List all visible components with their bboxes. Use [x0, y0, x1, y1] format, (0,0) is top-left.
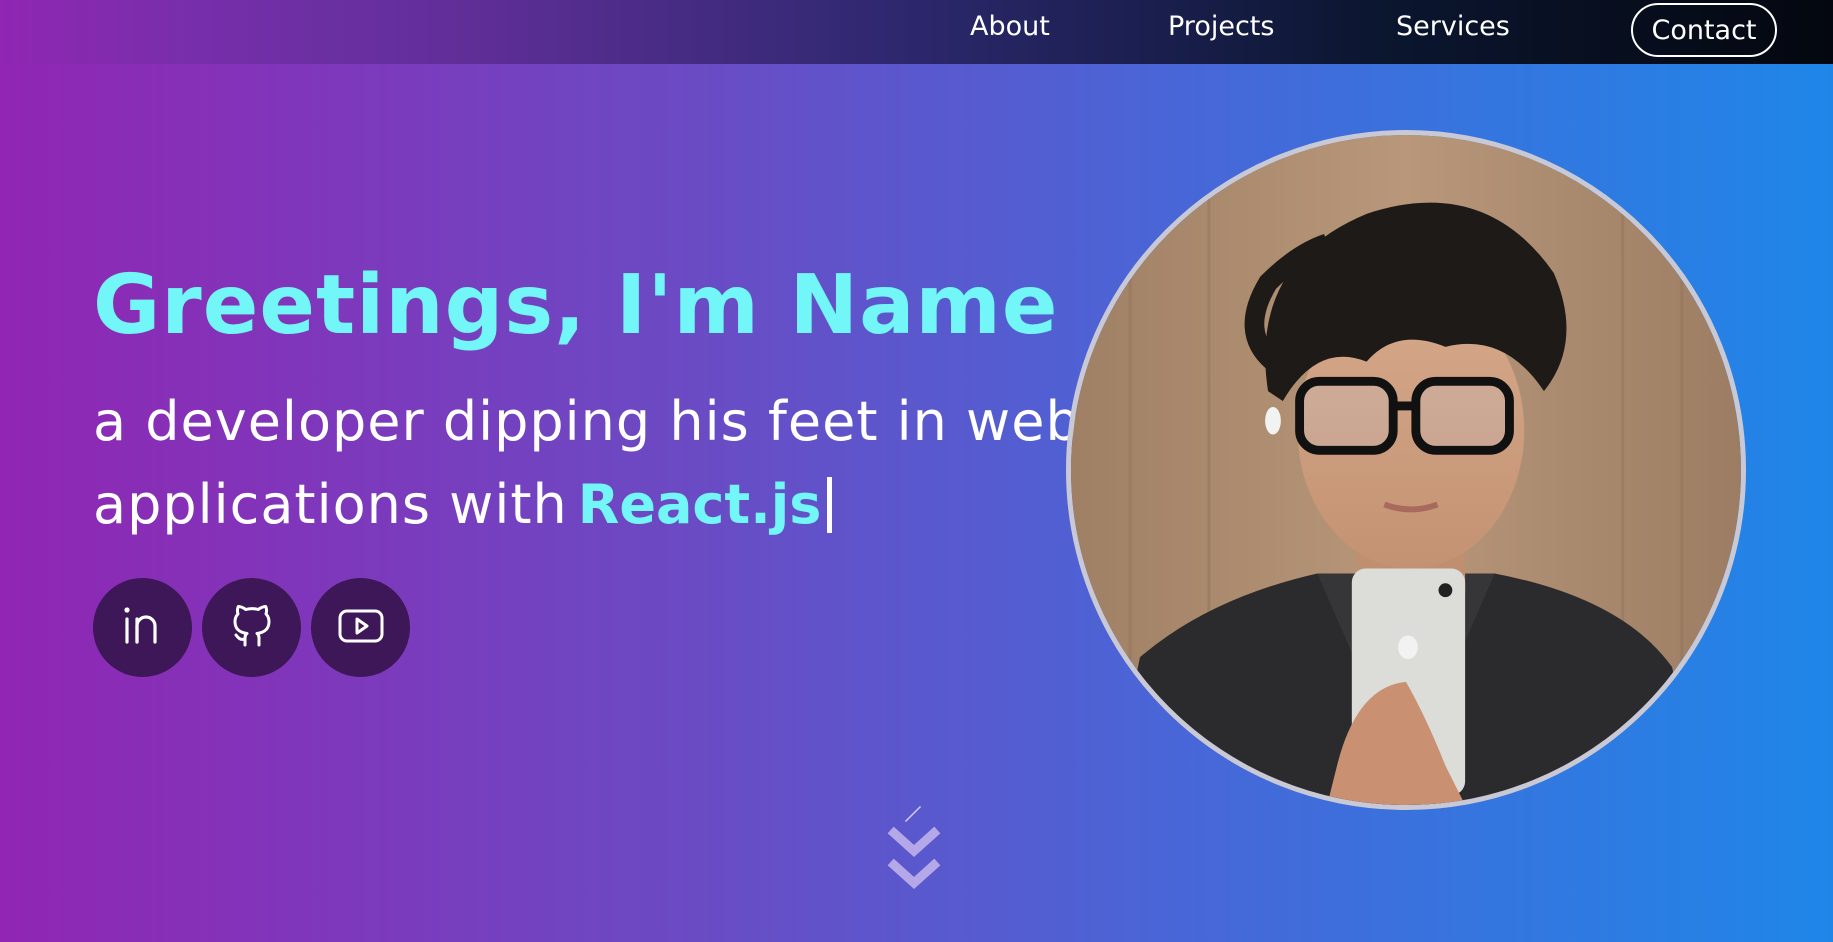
youtube-icon [333, 598, 389, 658]
hero-subtitle-line1: a developer dipping his feet in web [93, 390, 1081, 453]
typing-cursor [827, 476, 833, 533]
github-icon [224, 598, 280, 658]
linkedin-icon [115, 598, 171, 658]
nav-link-about[interactable]: About [970, 11, 1050, 42]
nav-link-projects[interactable]: Projects [1168, 11, 1274, 42]
profile-photo [1066, 130, 1746, 810]
hero-title: Greetings, I'm Name [93, 258, 1059, 353]
social-links [93, 578, 410, 677]
nav-link-services[interactable]: Services [1396, 11, 1510, 42]
typed-technology: React.js [577, 473, 822, 536]
top-navigation-bar: About Projects Services Contact [0, 0, 1833, 64]
nav-contact-button[interactable]: Contact [1631, 3, 1777, 57]
hero-subtitle-line2: applications with React.js [93, 473, 833, 536]
youtube-button[interactable] [311, 578, 410, 677]
github-button[interactable] [202, 578, 301, 677]
scroll-down-button[interactable] [884, 805, 944, 895]
linkedin-button[interactable] [93, 578, 192, 677]
hero-subtitle-line2-text: applications with [93, 473, 568, 536]
chevron-double-down-icon [884, 805, 944, 899]
